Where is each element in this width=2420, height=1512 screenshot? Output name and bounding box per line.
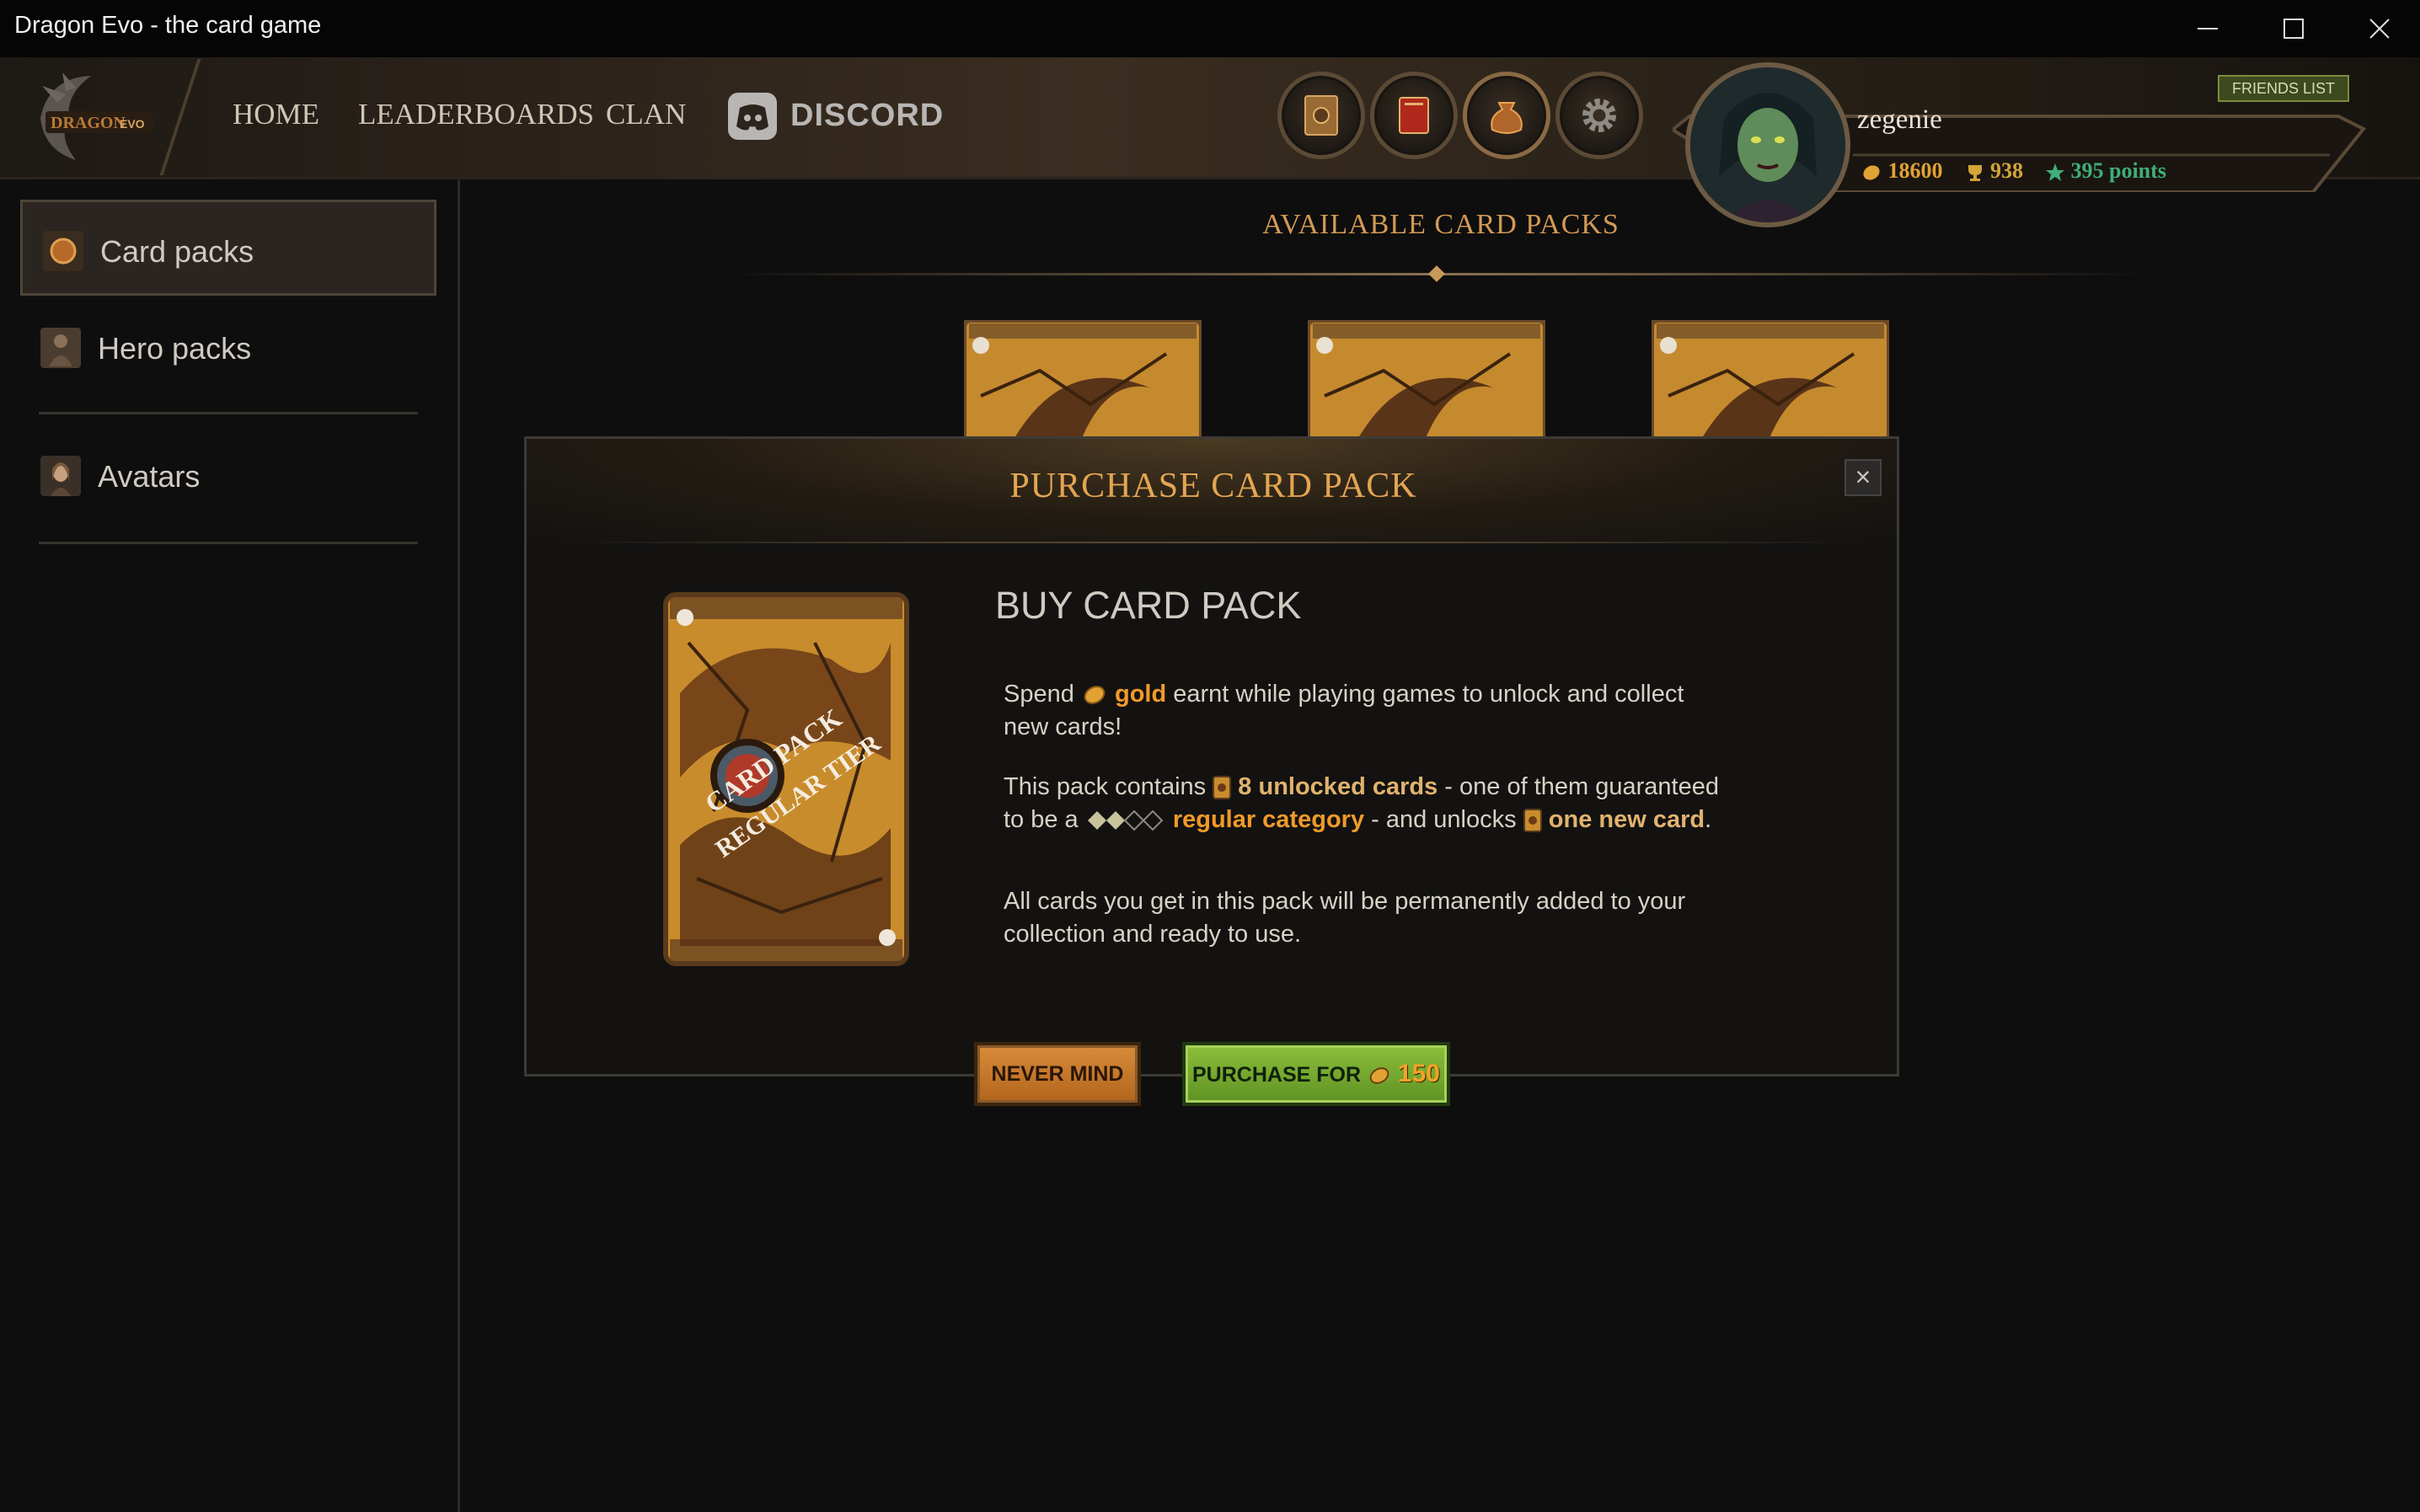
dialog-title: PURCHASE CARD PACK [1009,467,1417,505]
sidebar-item-label: Avatars [98,459,201,494]
nav-separator [159,59,201,175]
description-permanent: All cards you get in this pack will be p… [1004,888,1686,948]
card-pack-preview: CARD PACK REGULAR TIER [663,592,909,966]
card-pack-item[interactable] [1652,320,1889,438]
svg-text:DRAGON: DRAGON [51,114,126,132]
rules-book-button[interactable] [1370,72,1458,159]
section-divider [725,265,2149,282]
close-icon [2369,19,2390,39]
player-stats: 18600 938 395 points [1861,158,2166,184]
trophy-count: 938 [1990,158,2023,183]
gold-coin-icon [1084,686,1106,705]
maximize-button[interactable] [2251,0,2336,57]
shop-button[interactable] [1463,72,1550,159]
gear-icon [1582,99,1616,132]
never-mind-button[interactable]: NEVER MIND [974,1042,1141,1106]
player-avatar[interactable] [1685,62,1850,227]
hero-pack-icon [40,328,81,368]
purchase-dialog: PURCHASE CARD PACK × CARD PACK REGULAR T… [524,436,1899,1077]
dragon-evo-logo[interactable]: DRAGON EVO [32,69,158,167]
red-book-icon [1399,97,1429,134]
sidebar-item-label: Card packs [100,234,254,269]
window-title: Dragon Evo - the card game [14,12,322,39]
dialog-heading: BUY CARD PACK [995,584,1302,627]
discord-icon [728,93,777,140]
sidebar-item-label: Hero packs [98,331,252,366]
friends-list-button[interactable]: FRIENDS LIST [2218,75,2349,102]
avatars-icon [40,456,81,496]
trophy-icon [1968,165,1982,182]
coin-bag-icon [1491,102,1523,134]
rarity-diamonds-icon [1087,809,1164,831]
card-pack-item[interactable] [964,320,1202,438]
card-pack-icon [43,231,83,271]
maximize-icon [2283,19,2304,39]
username: zegenie [1857,104,1942,135]
nav-clan[interactable]: CLAN [606,98,686,131]
gold-keyword: gold [1114,681,1167,708]
unlocked-cards-count: 8 unlocked cards [1238,773,1438,800]
category-keyword: regular category [1172,806,1365,833]
description-gold: Spend gold earnt while playing games to … [1004,681,1684,740]
purchase-button[interactable]: PURCHASE FOR 150 [1182,1042,1450,1106]
close-window-button[interactable] [2337,0,2420,57]
svg-text:EVO: EVO [120,117,145,131]
sidebar-item-card-packs[interactable]: Card packs [20,200,436,296]
purchase-label: PURCHASE FOR [1192,1063,1362,1087]
new-card-keyword: one new card [1548,806,1705,833]
description-contents: This pack contains 8 unlocked cards - on… [1004,773,1719,833]
points-count: 395 points [2070,158,2166,183]
section-title: AVAILABLE CARD PACKS [1262,209,1620,240]
sidebar: Card packs Hero packs Avatars [0,179,460,1512]
sidebar-item-avatars[interactable]: Avatars [20,427,436,523]
settings-button[interactable] [1555,72,1643,159]
card-pack-item[interactable] [1308,320,1545,438]
avatar-portrait-image [1690,67,1845,222]
gold-coin-icon [1369,1067,1389,1085]
discord-link[interactable]: DISCORD [728,91,943,142]
card-collection-button[interactable] [1277,72,1365,159]
star-icon [2046,163,2064,182]
nav-leaderboards[interactable]: LEADERBOARDS [358,98,594,131]
discord-label: DISCORD [790,98,945,133]
minimize-button[interactable] [2166,0,2250,57]
card-icon [1213,776,1232,800]
sidebar-divider [39,542,418,544]
gold-coin-icon [1863,165,1880,180]
minimize-icon [2198,28,2218,29]
sidebar-divider [39,412,418,414]
nav-home[interactable]: HOME [233,98,319,131]
purchase-price: 150 [1397,1060,1440,1087]
title-bar: Dragon Evo - the card game [0,0,2420,57]
gold-amount: 18600 [1887,158,1943,183]
card-book-icon [1304,95,1338,136]
card-icon [1523,809,1542,833]
dialog-close-button[interactable]: × [1844,459,1882,496]
dialog-header: PURCHASE CARD PACK × [527,439,1897,543]
sidebar-item-hero-packs[interactable]: Hero packs [20,299,436,395]
